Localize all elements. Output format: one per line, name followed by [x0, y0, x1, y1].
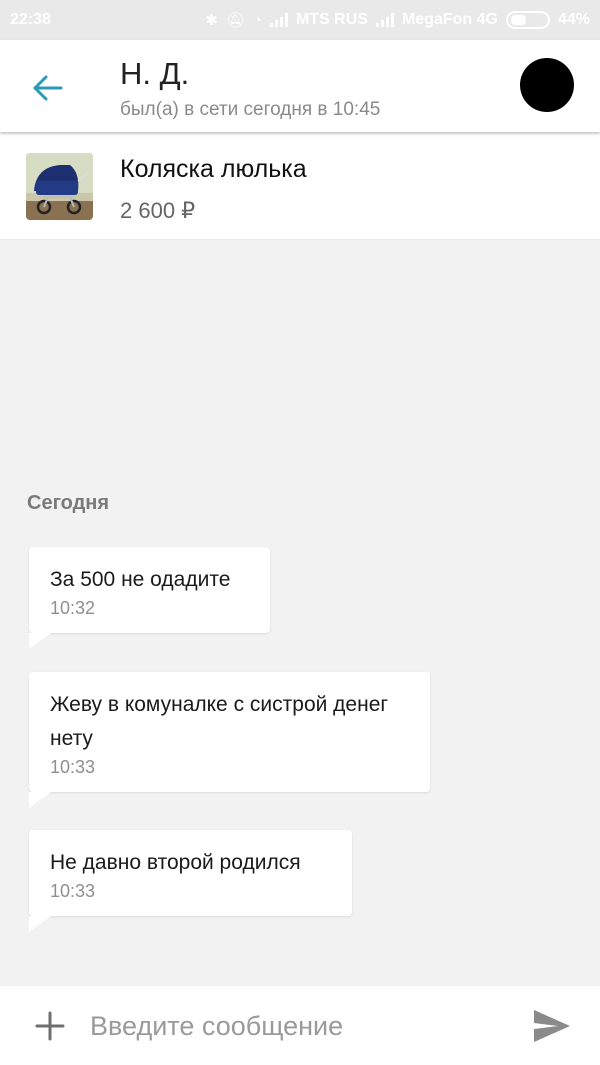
avatar[interactable] — [520, 58, 574, 112]
arrow-left-icon — [33, 75, 63, 101]
signal-icon — [269, 13, 288, 27]
listing-thumbnail — [26, 153, 93, 220]
message-text: Жеву в комуналке с систрой денег нету — [50, 693, 389, 750]
last-seen-status: был(а) в сети сегодня в 10:45 — [120, 99, 381, 120]
status-time: 22:38 — [10, 11, 51, 28]
status-indicators: ✱ 🔕︎ ◔ MTS RUS MegaFon 4G 44% — [205, 11, 590, 29]
listing-title: Коляска люлька — [120, 155, 307, 183]
carrier-1: MTS RUS — [295, 11, 368, 28]
message-time: 10:32 — [50, 598, 96, 618]
attach-button[interactable] — [34, 1010, 66, 1042]
send-icon — [534, 1010, 570, 1042]
message-text: Не давно второй родился — [50, 851, 301, 874]
send-button[interactable] — [532, 1008, 572, 1044]
chat-header: Н. Д. был(а) в сети сегодня в 10:45 — [0, 40, 600, 132]
carrier-2: MegaFon 4G — [401, 11, 498, 28]
message-bubble: Жеву в комуналке с систрой денег нету 10… — [29, 672, 430, 808]
signal-icon — [375, 13, 394, 27]
message-bubble: Не давно второй родился 10:33 — [29, 830, 352, 932]
message-time: 10:33 — [50, 757, 96, 777]
message-composer — [0, 986, 600, 1065]
message-input[interactable] — [90, 1004, 510, 1048]
date-separator: Сегодня — [27, 492, 110, 514]
message-time: 10:33 — [50, 881, 96, 901]
listing-card[interactable]: Коляска люлька 2 600 ₽ — [0, 134, 600, 240]
status-bar: 22:38 ✱ 🔕︎ ◔ MTS RUS MegaFon 4G 44% — [0, 0, 600, 40]
back-button[interactable] — [28, 68, 68, 108]
battery-icon — [505, 11, 550, 29]
plus-icon — [35, 1011, 65, 1041]
contact-name: Н. Д. — [120, 56, 190, 91]
mute-icon: 🔕︎ — [225, 12, 245, 29]
message-text: За 500 не одадите — [50, 568, 231, 591]
battery-percent: 44% — [557, 11, 590, 28]
message-bubble: За 500 не одадите 10:32 — [29, 547, 270, 649]
listing-price: 2 600 ₽ — [120, 198, 196, 223]
bluetooth-icon: ✱ — [205, 12, 218, 29]
alarm-icon: ◔ — [252, 11, 262, 29]
